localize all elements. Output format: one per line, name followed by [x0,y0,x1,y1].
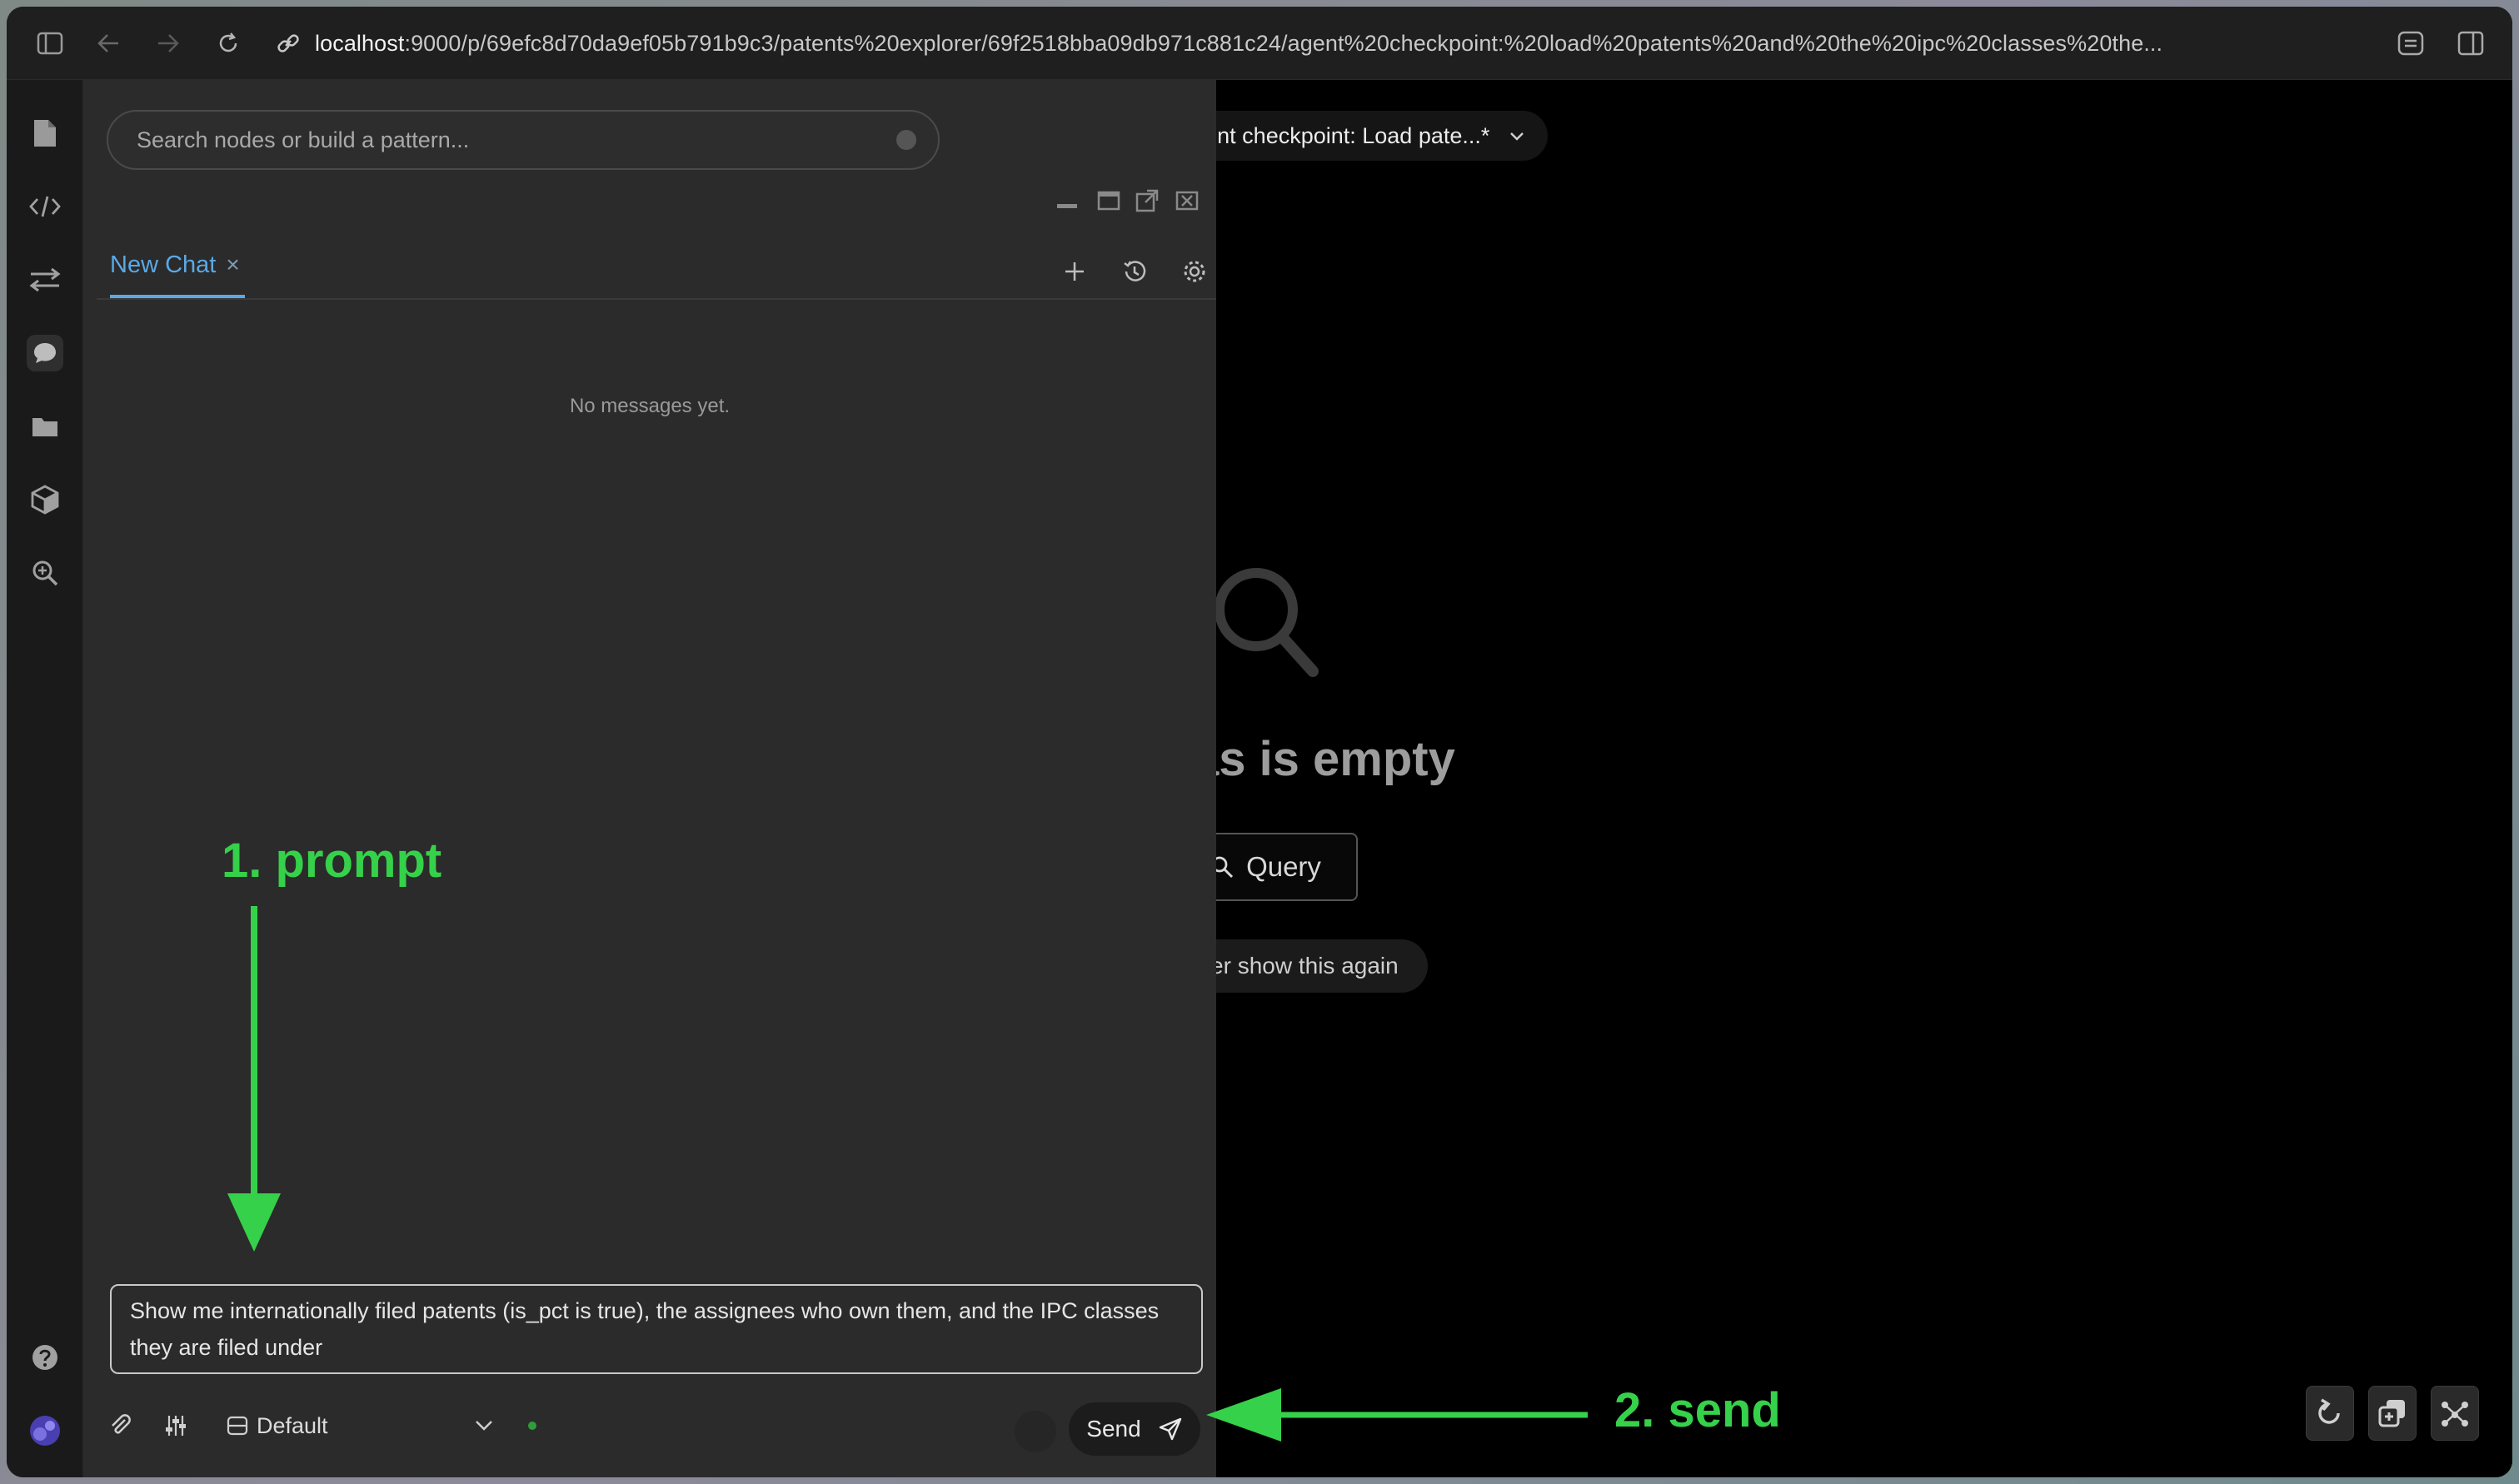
browser-window: localhost:9000/p/69efc8d70da9ef05b791b9c… [7,7,2512,1477]
prompt-textarea[interactable]: Show me internationally filed patents (i… [110,1284,1203,1374]
settings-gear-icon[interactable] [1178,255,1211,288]
tuning-sliders-icon[interactable] [163,1409,188,1442]
transfer-icon[interactable] [27,261,63,298]
add-node-button[interactable] [2368,1386,2417,1441]
file-icon[interactable] [27,115,63,152]
annotation-down-arrow [227,906,281,1252]
magnifier-icon [1215,568,1319,677]
annotation-left-arrow [1206,1388,1588,1442]
search-placeholder: Search nodes or build a pattern... [137,127,470,152]
close-panel-icon[interactable] [1175,188,1200,213]
sidebar-toggle-icon[interactable] [32,25,68,62]
query-button-label: Query [1246,851,1321,882]
annotation-step2: 2. send [1614,1383,1781,1437]
send-plane-icon [1159,1417,1181,1441]
model-selector[interactable]: Default [227,1409,328,1442]
chat-panel: Search nodes or build a pattern... New C… [83,80,1216,1477]
extension-icon[interactable] [2392,25,2429,62]
tab-label: New Chat [110,251,217,278]
attach-paperclip-icon[interactable] [108,1409,133,1442]
model-dropdown-chevron-icon[interactable] [473,1409,495,1442]
send-button-label: Send [1086,1416,1141,1442]
database-icon [227,1416,248,1436]
copy-plus-icon [2378,1400,2405,1427]
model-label: Default [257,1412,328,1438]
composer-toolbar: Default Send [83,1396,1216,1456]
new-chat-plus-icon[interactable] [1058,255,1091,288]
empty-messages-text: No messages yet. [569,395,731,417]
maximize-icon[interactable] [1096,188,1121,213]
chat-icon[interactable] [27,335,63,371]
zoom-search-icon[interactable] [27,555,63,591]
address-bar[interactable]: localhost:9000/p/69efc8d70da9ef05b791b9c… [315,7,2162,80]
tab-close-icon[interactable]: × [226,251,239,277]
link-icon [270,25,307,62]
help-icon[interactable] [27,1339,63,1376]
annotation-step1: 1. prompt [222,834,442,888]
chevron-down-icon [1510,132,1524,141]
pop-out-icon[interactable] [1135,188,1160,213]
url-host: localhost [315,31,405,56]
split-view-icon[interactable] [2452,25,2489,62]
folder-icon[interactable] [27,408,63,445]
send-button[interactable]: Send [1069,1402,1200,1456]
reload-icon[interactable] [210,25,247,62]
connection-status-dot [528,1409,536,1442]
code-icon[interactable] [27,188,63,225]
url-path: :9000/p/69efc8d70da9ef05b791b9c3/patents… [404,31,2163,56]
reset-layout-button[interactable] [2306,1386,2354,1441]
icon-rail [7,80,83,1477]
browser-toolbar: localhost:9000/p/69efc8d70da9ef05b791b9c… [7,7,2512,80]
graph-tools-button[interactable] [2431,1386,2479,1441]
back-arrow-icon[interactable] [90,25,127,62]
search-submit-icon[interactable] [896,130,916,150]
network-icon [2442,1402,2468,1427]
forward-arrow-icon[interactable] [150,25,187,62]
tab-new-chat[interactable]: New Chat × [110,247,245,298]
stop-indicator[interactable] [1015,1411,1056,1452]
brand-logo-icon[interactable] [27,1412,63,1449]
undo-icon [2318,1398,2340,1424]
history-icon[interactable] [1118,255,1151,288]
search-input[interactable]: Search nodes or build a pattern... [107,110,940,170]
minimize-icon[interactable] [1055,188,1080,213]
tab-divider [97,298,1216,300]
cube-icon[interactable] [27,481,63,518]
